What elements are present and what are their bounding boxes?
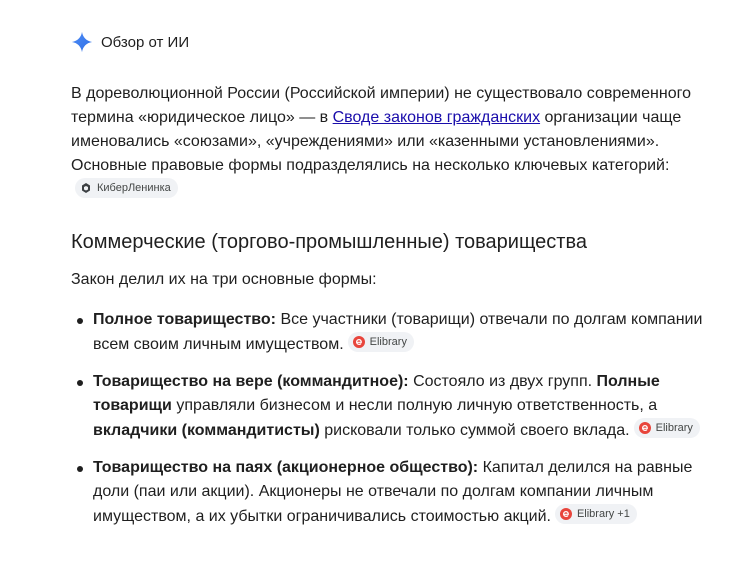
forms-list: Полное товарищество: Все участники (това… bbox=[71, 308, 711, 542]
elibrary-icon bbox=[352, 336, 365, 348]
ai-overview-title: Обзор от ИИ bbox=[101, 33, 190, 51]
ai-overview-header: Обзор от ИИ bbox=[71, 30, 189, 54]
term-full-partnership: Полное товарищество: bbox=[93, 311, 276, 328]
source-chip-elibrary[interactable]: Elibrary bbox=[347, 332, 414, 352]
list-item-text: рисковали только суммой своего вклада. bbox=[319, 422, 630, 439]
elibrary-icon bbox=[559, 508, 572, 520]
list-item: Полное товарищество: Все участники (това… bbox=[71, 308, 711, 357]
section-title: Коммерческие (торгово-промышленные) това… bbox=[71, 231, 587, 253]
section-intro: Закон делил их на три основные формы: bbox=[71, 271, 377, 288]
source-chip-label: КиберЛенинка bbox=[97, 182, 171, 194]
source-chip-elibrary[interactable]: Elibrary bbox=[633, 418, 700, 438]
bullet-dot bbox=[77, 380, 83, 386]
svod-zakonov-link[interactable]: Своде законов гражданских bbox=[333, 109, 540, 126]
source-chip-label: Elibrary bbox=[369, 336, 407, 348]
term-limited-partnership: Товарищество на вере (коммандитное): bbox=[93, 373, 409, 390]
sparkle-icon bbox=[71, 31, 93, 53]
cyberleninka-icon bbox=[82, 183, 90, 193]
source-chip-cyberleninka[interactable]: КиберЛенинка bbox=[75, 178, 178, 198]
elibrary-icon bbox=[638, 422, 651, 434]
list-item-text: Состояло из двух групп. bbox=[408, 373, 597, 390]
list-item-text: управляли бизнесом и несли полную личную… bbox=[171, 397, 658, 414]
strong-limited-partners: вкладчики (коммандитисты) bbox=[93, 422, 320, 439]
source-chip-label: Elibrary +1 bbox=[576, 508, 630, 520]
source-chip-label: Elibrary bbox=[655, 422, 693, 434]
intro-paragraph: В дореволюционной России (Российской имп… bbox=[71, 82, 711, 203]
list-item: Товарищество на паях (акционерное общест… bbox=[71, 456, 711, 529]
bullet-dot bbox=[77, 466, 83, 472]
term-joint-stock: Товарищество на паях (акционерное общест… bbox=[93, 459, 479, 476]
bullet-dot bbox=[77, 318, 83, 324]
source-chip-elibrary[interactable]: Elibrary +1 bbox=[554, 504, 637, 524]
list-item: Товарищество на вере (коммандитное): Сос… bbox=[71, 370, 711, 443]
